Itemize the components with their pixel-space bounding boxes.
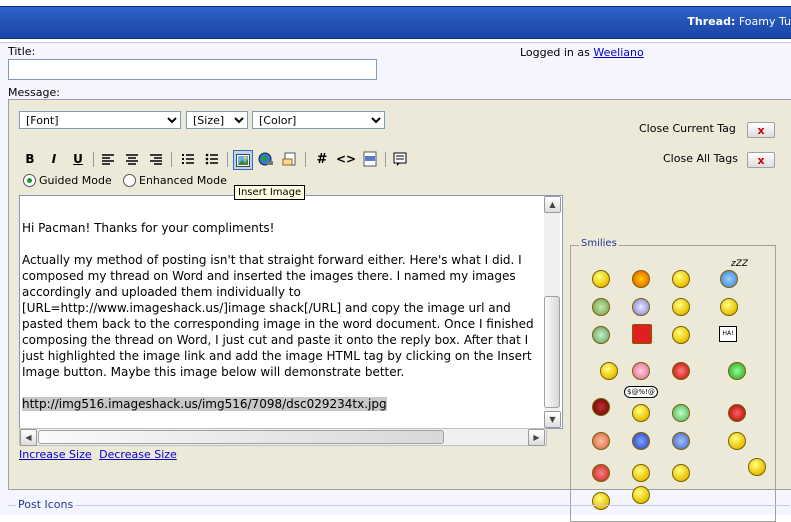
smilies-legend: Smilies <box>579 238 619 249</box>
teeth-smiley-icon[interactable] <box>672 404 690 422</box>
sleeping-smiley-icon[interactable] <box>720 270 738 288</box>
php-icon[interactable] <box>361 150 379 168</box>
search-smiley-icon[interactable] <box>728 432 746 450</box>
insert-image-tooltip: Insert Image <box>234 185 306 200</box>
green-smiley-icon[interactable] <box>728 362 746 380</box>
logged-in-info: Logged in as Weeliano <box>520 46 644 59</box>
align-left-icon[interactable] <box>99 150 117 168</box>
scroll-up-button[interactable]: ▲ <box>544 196 561 213</box>
thread-title: Thread: Foamy Tu <box>687 15 791 28</box>
toolbar-separator <box>93 152 94 167</box>
underline-button[interactable]: U <box>69 150 87 168</box>
title-input[interactable] <box>8 59 377 80</box>
message-editor: [Font] [Size] [Color] Close Current Tag … <box>8 99 791 522</box>
close-current-tag-button[interactable]: x <box>747 122 775 138</box>
code-button[interactable]: <> <box>336 150 356 168</box>
italic-button[interactable]: I <box>45 150 63 168</box>
bold-button[interactable]: B <box>21 150 39 168</box>
smilies-panel: Smilies zZZ HA! $@%!@ <box>570 238 776 522</box>
shifty-smiley-icon[interactable] <box>672 464 690 482</box>
toolbar-separator <box>385 152 386 167</box>
gun-smiley-icon[interactable] <box>600 362 618 380</box>
close-all-tags-button[interactable]: x <box>747 152 775 168</box>
message-text: Hi Pacman! Thanks for your compliments! … <box>22 221 534 411</box>
love-smiley-icon[interactable] <box>632 362 650 380</box>
speech-bubble: $@%!@ <box>624 386 658 398</box>
guided-mode-option[interactable]: Guided Mode <box>23 174 112 187</box>
wink-smiley-icon[interactable] <box>672 326 690 344</box>
fire-smiley-icon[interactable] <box>632 270 650 288</box>
scroll-down-button[interactable]: ▼ <box>544 411 561 428</box>
message-textarea[interactable]: Hi Pacman! Thanks for your compliments! … <box>19 195 563 429</box>
angry-block-icon[interactable] <box>632 324 652 344</box>
sad-smiley-icon[interactable] <box>672 432 690 450</box>
close-current-tag-label: Close Current Tag <box>639 122 736 135</box>
toolbar-separator <box>171 152 172 167</box>
size-links: Increase Size Decrease Size <box>19 448 181 461</box>
sniper-smiley-icon[interactable] <box>748 458 766 476</box>
enhanced-mode-option[interactable]: Enhanced Mode <box>123 174 227 187</box>
red-smiley-icon[interactable] <box>728 404 746 422</box>
no-smiley-icon[interactable] <box>592 464 610 482</box>
insert-link-icon[interactable] <box>257 150 275 168</box>
horizontal-scrollbar[interactable]: ◀ ▶ <box>19 428 547 446</box>
cool-smiley-icon[interactable] <box>720 298 738 316</box>
enhanced-mode-radio[interactable] <box>123 174 136 187</box>
toolbar-separator <box>305 152 306 167</box>
blue-smiley-icon[interactable] <box>632 432 650 450</box>
horizontal-scroll-thumb[interactable] <box>38 430 444 444</box>
size-select[interactable]: [Size] <box>186 111 248 129</box>
smile-icon[interactable] <box>592 270 610 288</box>
message-label: Message: <box>8 86 60 99</box>
mad-smiley-icon[interactable] <box>672 362 690 380</box>
scroll-right-button[interactable]: ▶ <box>528 429 545 446</box>
vertical-scrollbar[interactable]: ▲ ▼ <box>544 196 561 428</box>
toolbar-separator <box>227 152 228 167</box>
devil-smiley-icon[interactable] <box>592 398 610 416</box>
sword-smiley-icon[interactable] <box>632 464 650 482</box>
grin-smiley-icon[interactable] <box>672 270 690 288</box>
ordered-list-icon[interactable] <box>179 150 197 168</box>
insert-email-icon[interactable] <box>281 150 299 168</box>
thread-title-bar: Thread: Foamy Tu <box>0 6 791 39</box>
reply-form: Title: Logged in as Weeliano Message: [F… <box>0 42 791 522</box>
zzz-text: zZZ <box>731 259 749 269</box>
align-right-icon[interactable] <box>147 150 165 168</box>
ha-sign-icon[interactable]: HA! <box>719 326 737 342</box>
post-icons-legend: Post Icons <box>16 498 76 511</box>
quote-icon[interactable] <box>391 150 409 168</box>
top-header: Thread: Foamy Tu <box>0 0 791 42</box>
decrease-size-link[interactable]: Decrease Size <box>99 448 177 461</box>
scroll-left-button[interactable]: ◀ <box>20 429 37 446</box>
username-link[interactable]: Weeliano <box>593 46 643 59</box>
color-select[interactable]: [Color] <box>252 111 385 129</box>
guided-mode-radio[interactable] <box>23 174 36 187</box>
vertical-scroll-thumb[interactable] <box>544 296 560 408</box>
unordered-list-icon[interactable] <box>203 150 221 168</box>
post-icons-section: Post Icons <box>8 498 790 516</box>
close-all-tags-label: Close All Tags <box>663 152 738 165</box>
wall-smiley-icon[interactable] <box>592 432 610 450</box>
selected-url: http://img516.imageshack.us/img516/7098/… <box>22 397 387 411</box>
sick-smiley-icon[interactable] <box>592 298 610 316</box>
cursing-smiley-icon[interactable] <box>632 404 650 422</box>
confused-smiley-icon[interactable] <box>672 298 690 316</box>
increase-size-link[interactable]: Increase Size <box>19 448 92 461</box>
frown-smiley-icon[interactable] <box>592 326 610 344</box>
hash-button[interactable]: # <box>313 150 331 168</box>
align-center-icon[interactable] <box>123 150 141 168</box>
eek-smiley-icon[interactable] <box>632 298 650 316</box>
hammer-smiley-icon[interactable] <box>632 486 650 504</box>
insert-image-icon[interactable] <box>233 150 253 170</box>
font-select[interactable]: [Font] <box>19 111 181 129</box>
title-label: Title: <box>8 45 36 58</box>
